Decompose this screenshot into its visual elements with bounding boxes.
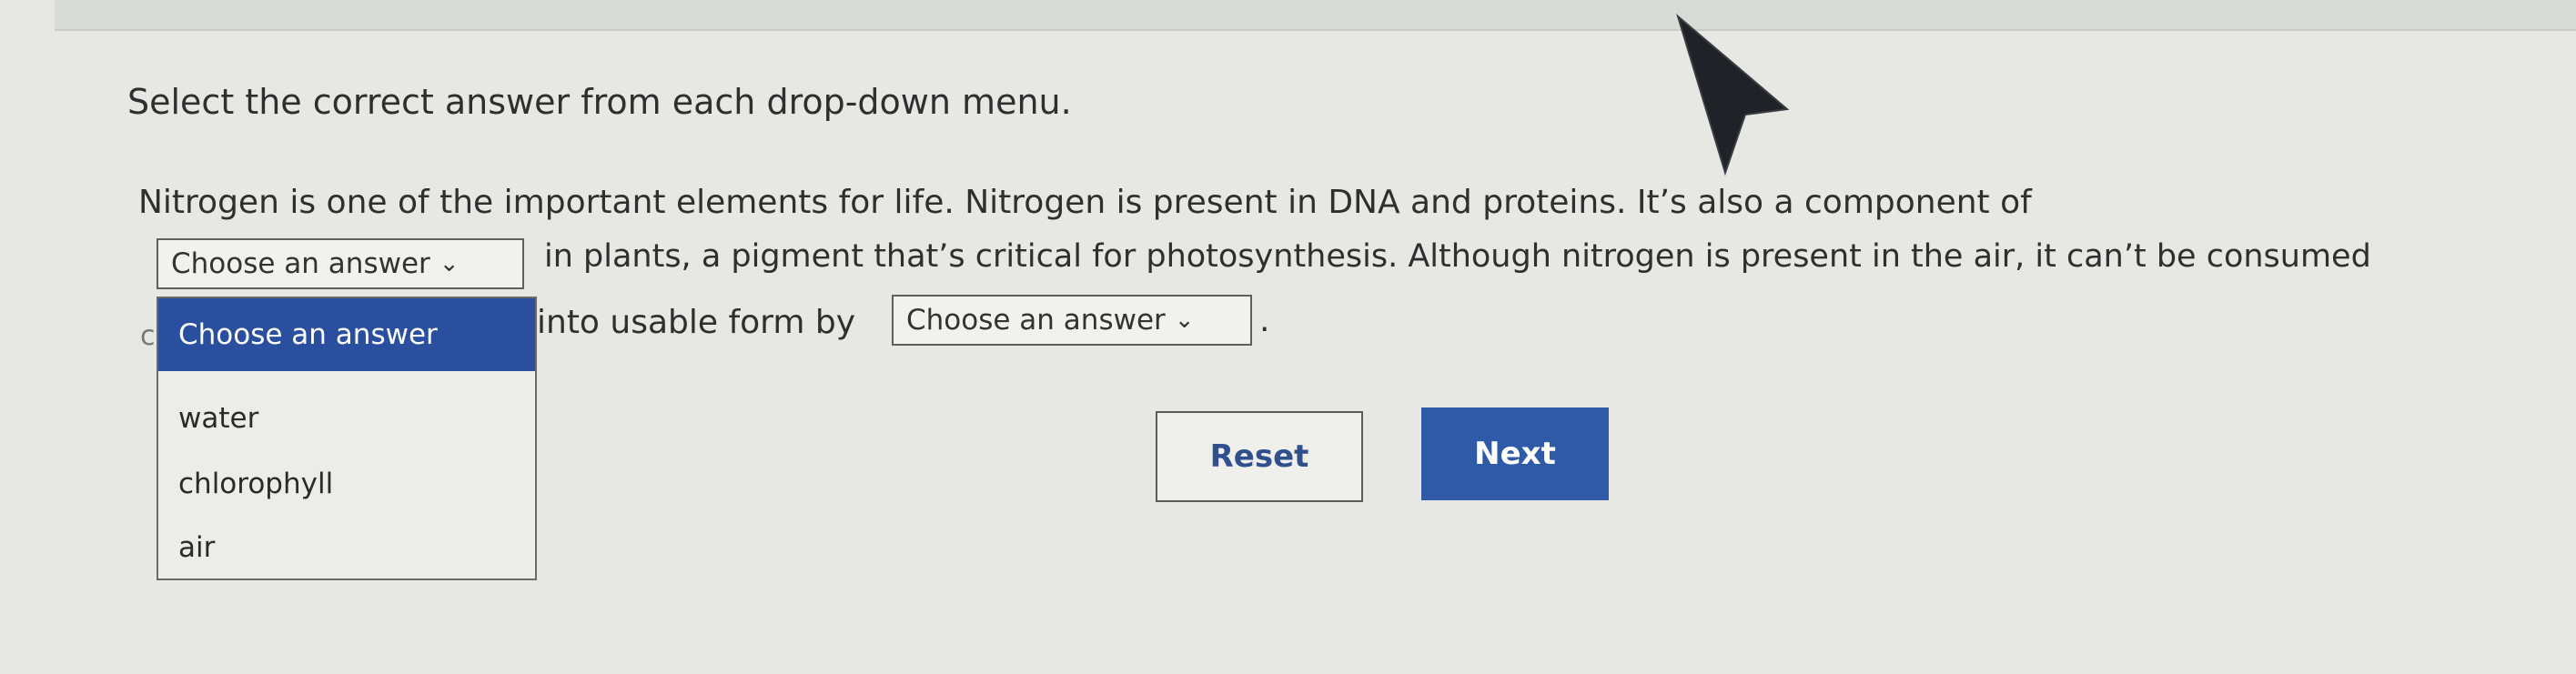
next-button[interactable]: Next — [1421, 407, 1609, 500]
sentence-period: . — [1259, 302, 1270, 339]
reset-button[interactable]: Reset — [1156, 411, 1363, 502]
instruction-text: Select the correct answer from each drop… — [127, 82, 1072, 122]
dropdown-option-chlorophyll[interactable]: chlorophyll — [158, 451, 535, 517]
dropdown-option-air[interactable]: air — [158, 515, 535, 580]
dropdown-2-value: Choose an answer — [906, 304, 1166, 337]
chevron-down-icon: ⌄ — [439, 250, 460, 277]
mouse-pointer-icon — [1676, 14, 1790, 176]
dropdown-option-choose[interactable]: Choose an answer — [158, 298, 535, 371]
header-divider — [55, 29, 2576, 31]
dropdown-2[interactable]: Choose an answer ⌄ — [892, 295, 1252, 346]
chevron-down-icon: ⌄ — [1174, 307, 1195, 334]
question-line-2: in plants, a pigment that’s critical for… — [544, 238, 2371, 275]
dropdown-option-water[interactable]: water — [158, 386, 535, 451]
dropdown-1[interactable]: Choose an answer ⌄ — [157, 238, 524, 289]
hidden-text-fragment: c — [140, 320, 156, 352]
dropdown-1-menu[interactable]: Choose an answer water chlorophyll air — [157, 297, 537, 580]
top-strip — [55, 0, 2576, 29]
dropdown-1-value: Choose an answer — [171, 247, 430, 280]
question-line-3: into usable form by — [537, 304, 856, 341]
